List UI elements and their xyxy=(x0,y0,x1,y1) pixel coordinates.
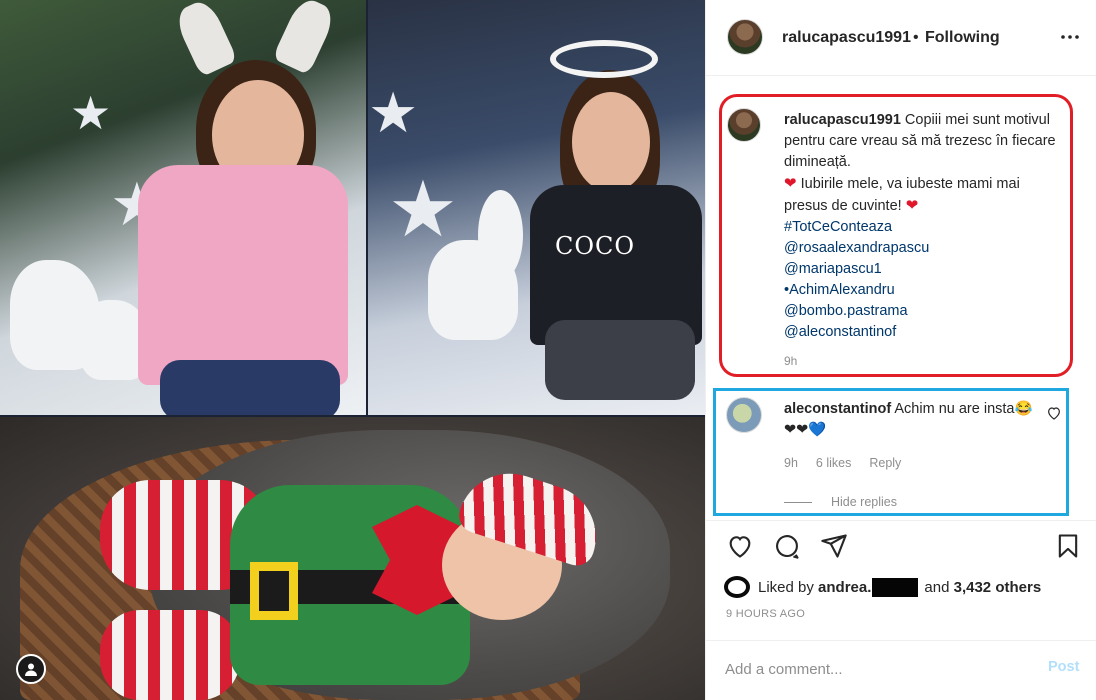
mention-link[interactable]: @rosaalexandrapascu xyxy=(784,238,1066,259)
belt-buckle xyxy=(250,562,298,620)
following-button[interactable]: Following xyxy=(925,29,1000,47)
replies-divider xyxy=(784,502,812,503)
star-decoration: ★ xyxy=(70,87,112,139)
halo-headband xyxy=(550,40,658,78)
mention-link[interactable]: @aleconstantinof xyxy=(784,322,1066,343)
caption-author-avatar[interactable] xyxy=(727,108,761,142)
caption-line-2: Iubirile mele, va iubeste mami mai presu… xyxy=(784,176,1020,214)
reply-button[interactable]: Reply xyxy=(869,456,901,470)
post-side-panel: ralucapascu1991 • Following ralucapascu1… xyxy=(705,0,1096,700)
antler-headband xyxy=(272,0,338,76)
like-heart-icon[interactable] xyxy=(726,532,754,560)
liker-username[interactable]: andrea. xyxy=(818,579,871,596)
mention-text: •AchimAlexandru xyxy=(784,282,895,298)
author-username[interactable]: ralucapascu1991 xyxy=(782,29,911,47)
penguin-figurine xyxy=(478,190,523,280)
liked-by-prefix: Liked by xyxy=(758,578,814,596)
post-comment-button[interactable]: Post xyxy=(1048,659,1079,675)
antler-headband xyxy=(172,0,238,78)
caption-text: ralucapascu1991 Copiii mei sunt motivul … xyxy=(784,110,1066,343)
likes-others-link[interactable]: 3,432 others xyxy=(954,579,1042,596)
star-decoration: ★ xyxy=(368,81,419,144)
liker-avatar[interactable] xyxy=(724,576,750,598)
striped-leg xyxy=(100,610,240,700)
star-decoration: ★ xyxy=(388,165,458,253)
caption-username[interactable]: ralucapascu1991 xyxy=(784,112,901,128)
pink-shirt xyxy=(138,165,348,385)
header-separator: • xyxy=(913,29,919,46)
more-options-icon[interactable] xyxy=(1060,30,1080,44)
comment-text: aleconstantinof Achim nu are insta😂❤❤💙 xyxy=(784,399,1034,441)
hide-replies-button[interactable]: Hide replies xyxy=(831,495,897,509)
liked-by-and: and xyxy=(924,578,950,596)
comment-timestamp: 9h xyxy=(784,456,798,470)
girl-face xyxy=(572,92,650,192)
share-send-icon[interactable] xyxy=(820,532,848,560)
comment-bubble-icon[interactable] xyxy=(773,532,801,560)
comment-meta: 9h 6 likes Reply xyxy=(784,456,901,470)
commenter-avatar[interactable] xyxy=(726,397,762,433)
redaction-box xyxy=(872,577,919,597)
tagged-users-button[interactable] xyxy=(16,654,46,684)
photo-girl-pink-shirt: ★ ★ xyxy=(0,0,366,415)
mention-link[interactable]: @bombo.pastrama xyxy=(784,301,1066,322)
heart-emoji: ❤ xyxy=(784,175,797,192)
liked-by-row: Liked by andrea. and 3,432 others xyxy=(724,575,1084,599)
comment-likes-count[interactable]: 6 likes xyxy=(816,456,851,470)
shirt-text: COCO xyxy=(555,232,636,260)
heart-emoji: ❤ xyxy=(905,197,919,214)
caption-timestamp: 9h xyxy=(784,354,798,368)
bookmark-icon[interactable] xyxy=(1054,532,1082,560)
post-media[interactable]: ★ ★ ★ ★ COCO xyxy=(0,0,705,700)
user-icon xyxy=(25,663,37,676)
leggings xyxy=(545,320,695,400)
commenter-username[interactable]: aleconstantinof xyxy=(784,401,891,417)
add-comment-input[interactable] xyxy=(725,657,1025,681)
comment-body: Achim nu are insta xyxy=(894,401,1015,417)
post-timestamp: 9 HOURS AGO xyxy=(726,608,806,620)
hashtag-link[interactable]: #TotCeConteaza xyxy=(784,217,1066,238)
author-avatar[interactable] xyxy=(727,19,763,55)
comment-heart-icon[interactable] xyxy=(1046,405,1062,421)
mention-link[interactable]: @mariapascu1 xyxy=(784,259,1066,280)
jeans xyxy=(160,360,340,415)
